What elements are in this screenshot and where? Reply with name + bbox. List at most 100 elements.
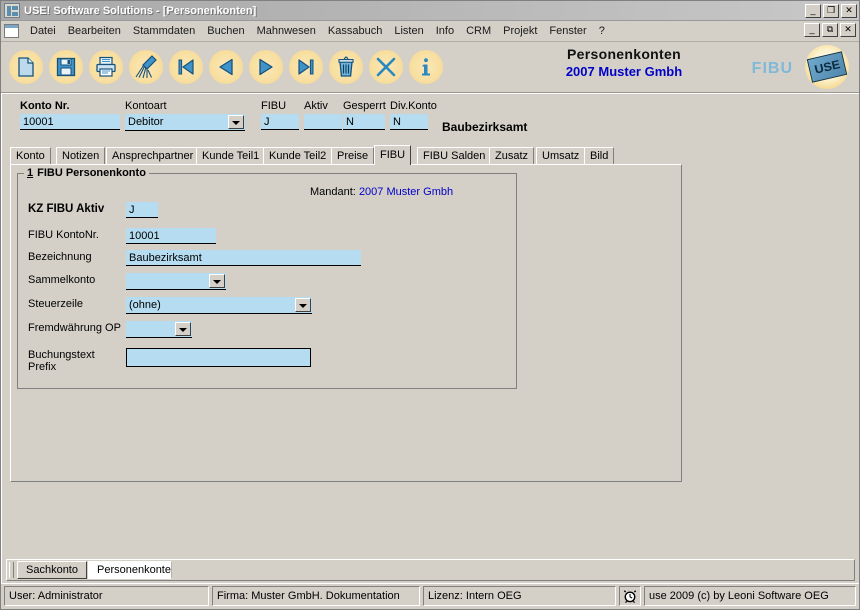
sammelkonto-control <box>126 273 226 290</box>
previous-record-icon <box>219 58 233 76</box>
menu-item-buchen[interactable]: Buchen <box>201 24 250 38</box>
fibu-label: FIBU <box>261 100 287 112</box>
module-tab-sachkonto[interactable]: Sachkonto <box>17 561 87 579</box>
fibu-kontonr-input[interactable]: 10001 <box>126 228 216 244</box>
mdi-close-icon: ✕ <box>844 24 852 34</box>
tab-strip: Konto Notizen Ansprechpartner Kunde Teil… <box>10 145 851 165</box>
logo-plate: USE <box>806 51 848 83</box>
tab-umsatz[interactable]: Umsatz <box>536 147 586 164</box>
module-tab-personenkonten[interactable]: Personenkonten <box>87 561 172 579</box>
mdi-restore-button[interactable]: ⧉ <box>822 23 838 37</box>
tab-notizen[interactable]: Notizen <box>56 147 106 164</box>
menu-item-help[interactable]: ? <box>593 24 611 38</box>
row-bezeichnung: Bezeichnung Baubezirksamt <box>18 250 516 270</box>
tab-fibu-salden[interactable]: FIBU Salden <box>417 147 492 164</box>
row-steuerzeile: Steuerzeile (ohne) <box>18 297 516 317</box>
fibu-kontonr-control: 10001 <box>126 228 216 244</box>
delete-button[interactable] <box>327 48 365 86</box>
first-record-button[interactable] <box>167 48 205 86</box>
aktiv-label: Aktiv <box>304 100 328 112</box>
menu-item-stammdaten[interactable]: Stammdaten <box>127 24 201 38</box>
close-button[interactable]: ✕ <box>841 3 857 18</box>
status-clock-panel[interactable] <box>619 586 641 606</box>
tab-konto[interactable]: Konto <box>10 147 51 164</box>
maximize-icon: ❐ <box>826 4 836 15</box>
status-firma: Firma: Muster GmbH. Dokumentation <box>212 586 420 606</box>
minimize-icon: _ <box>810 4 816 15</box>
last-record-button[interactable] <box>287 48 325 86</box>
kz-fibu-aktiv-input[interactable]: J <box>126 202 158 218</box>
gesperrt-input[interactable]: N <box>343 114 385 130</box>
print-button[interactable] <box>87 48 125 86</box>
previous-record-button[interactable] <box>207 48 245 86</box>
maximize-button[interactable]: ❐ <box>823 3 839 18</box>
menu-item-fenster[interactable]: Fenster <box>543 24 592 38</box>
menu-item-bearbeiten[interactable]: Bearbeiten <box>62 24 127 38</box>
logo-text: USE <box>812 57 842 77</box>
steuerzeile-label: Steuerzeile <box>28 298 84 310</box>
status-bar: User: Administrator Firma: Muster GmbH. … <box>1 583 859 609</box>
tabbar-grip[interactable] <box>9 562 14 578</box>
sammelkonto-combobox[interactable] <box>126 273 226 290</box>
menu-item-projekt[interactable]: Projekt <box>497 24 543 38</box>
info-icon <box>422 58 430 76</box>
mdi-minimize-button[interactable]: _ <box>804 23 820 37</box>
menu-item-listen[interactable]: Listen <box>388 24 429 38</box>
module-tab-bar: Sachkonto Personenkonten <box>6 559 855 581</box>
kontoart-label: Kontoart <box>125 100 167 112</box>
kontoart-combobox[interactable]: Debitor <box>125 114 245 131</box>
menu-item-info[interactable]: Info <box>430 24 460 38</box>
tab-kunde-teil1[interactable]: Kunde Teil1 <box>196 147 266 164</box>
chevron-down-icon[interactable] <box>209 274 225 288</box>
fibu-personenkonto-groupbox: 1 FIBU Personenkonto Mandant: 2007 Muster… <box>17 167 517 389</box>
cancel-button[interactable] <box>367 48 405 86</box>
row-fibu-kontonr: FIBU KontoNr. 10001 <box>18 228 516 248</box>
chevron-down-icon[interactable] <box>228 115 244 129</box>
page-title: Personenkonten <box>567 46 681 62</box>
alarm-clock-icon <box>623 590 637 603</box>
steuerzeile-combobox[interactable]: (ohne) <box>126 297 312 314</box>
chevron-down-icon[interactable] <box>175 322 191 336</box>
row-buchungstext-prefix: Buchungstext Prefix <box>18 348 516 378</box>
tab-bild[interactable]: Bild <box>584 147 615 164</box>
cancel-x-icon <box>376 57 396 77</box>
fibu-kontonr-label: FIBU KontoNr. <box>28 229 99 241</box>
next-record-button[interactable] <box>247 48 285 86</box>
tab-fibu[interactable]: FIBU <box>374 145 412 165</box>
tab-zusatz[interactable]: Zusatz <box>489 147 535 164</box>
tab-kunde-teil2[interactable]: Kunde Teil2 <box>263 147 333 164</box>
header-titles: Personenkonten 2007 Muster Gmbh <box>509 46 739 79</box>
window-title: USE! Software Solutions - [Personenkonte… <box>24 4 257 17</box>
title-bar: USE! Software Solutions - [Personenkonte… <box>1 1 859 21</box>
module-label: FIBU <box>751 60 793 77</box>
mdi-close-button[interactable]: ✕ <box>840 23 856 37</box>
aktiv-input[interactable] <box>304 114 342 130</box>
field-gesperrt: Gesperrt N <box>343 100 386 130</box>
clear-button[interactable] <box>127 48 165 86</box>
tab-preise[interactable]: Preise <box>331 147 375 164</box>
new-button[interactable] <box>7 48 45 86</box>
tab-ansprechpartner[interactable]: Ansprechpartner <box>106 147 200 164</box>
chevron-down-icon[interactable] <box>295 298 311 312</box>
bezeichnung-input[interactable]: Baubezirksamt <box>126 250 361 266</box>
konto-nr-input[interactable]: 10001 <box>20 114 120 130</box>
kz-fibu-aktiv-control: J <box>126 202 158 218</box>
menu-item-datei[interactable]: Datei <box>24 24 62 38</box>
fibu-input[interactable]: J <box>261 114 299 130</box>
menu-item-mahnwesen[interactable]: Mahnwesen <box>251 24 322 38</box>
menu-item-crm[interactable]: CRM <box>460 24 497 38</box>
minimize-button[interactable]: _ <box>805 3 821 18</box>
fremdwaehrung-op-combobox[interactable] <box>126 321 192 338</box>
info-button[interactable] <box>407 48 445 86</box>
save-button[interactable] <box>47 48 85 86</box>
menu-item-kassabuch[interactable]: Kassabuch <box>322 24 388 38</box>
row-sammelkonto: Sammelkonto <box>18 273 516 293</box>
kontoart-value: Debitor <box>128 116 164 128</box>
buchungstext-prefix-input[interactable] <box>126 348 311 367</box>
field-konto-nr: Konto Nr. 10001 <box>20 100 120 130</box>
bezeichnung-control: Baubezirksamt <box>126 250 361 266</box>
mandant-label: Mandant: <box>310 186 356 198</box>
next-record-icon <box>259 58 273 76</box>
div-konto-input[interactable]: N <box>390 114 428 130</box>
document-window-icon[interactable] <box>4 24 19 38</box>
